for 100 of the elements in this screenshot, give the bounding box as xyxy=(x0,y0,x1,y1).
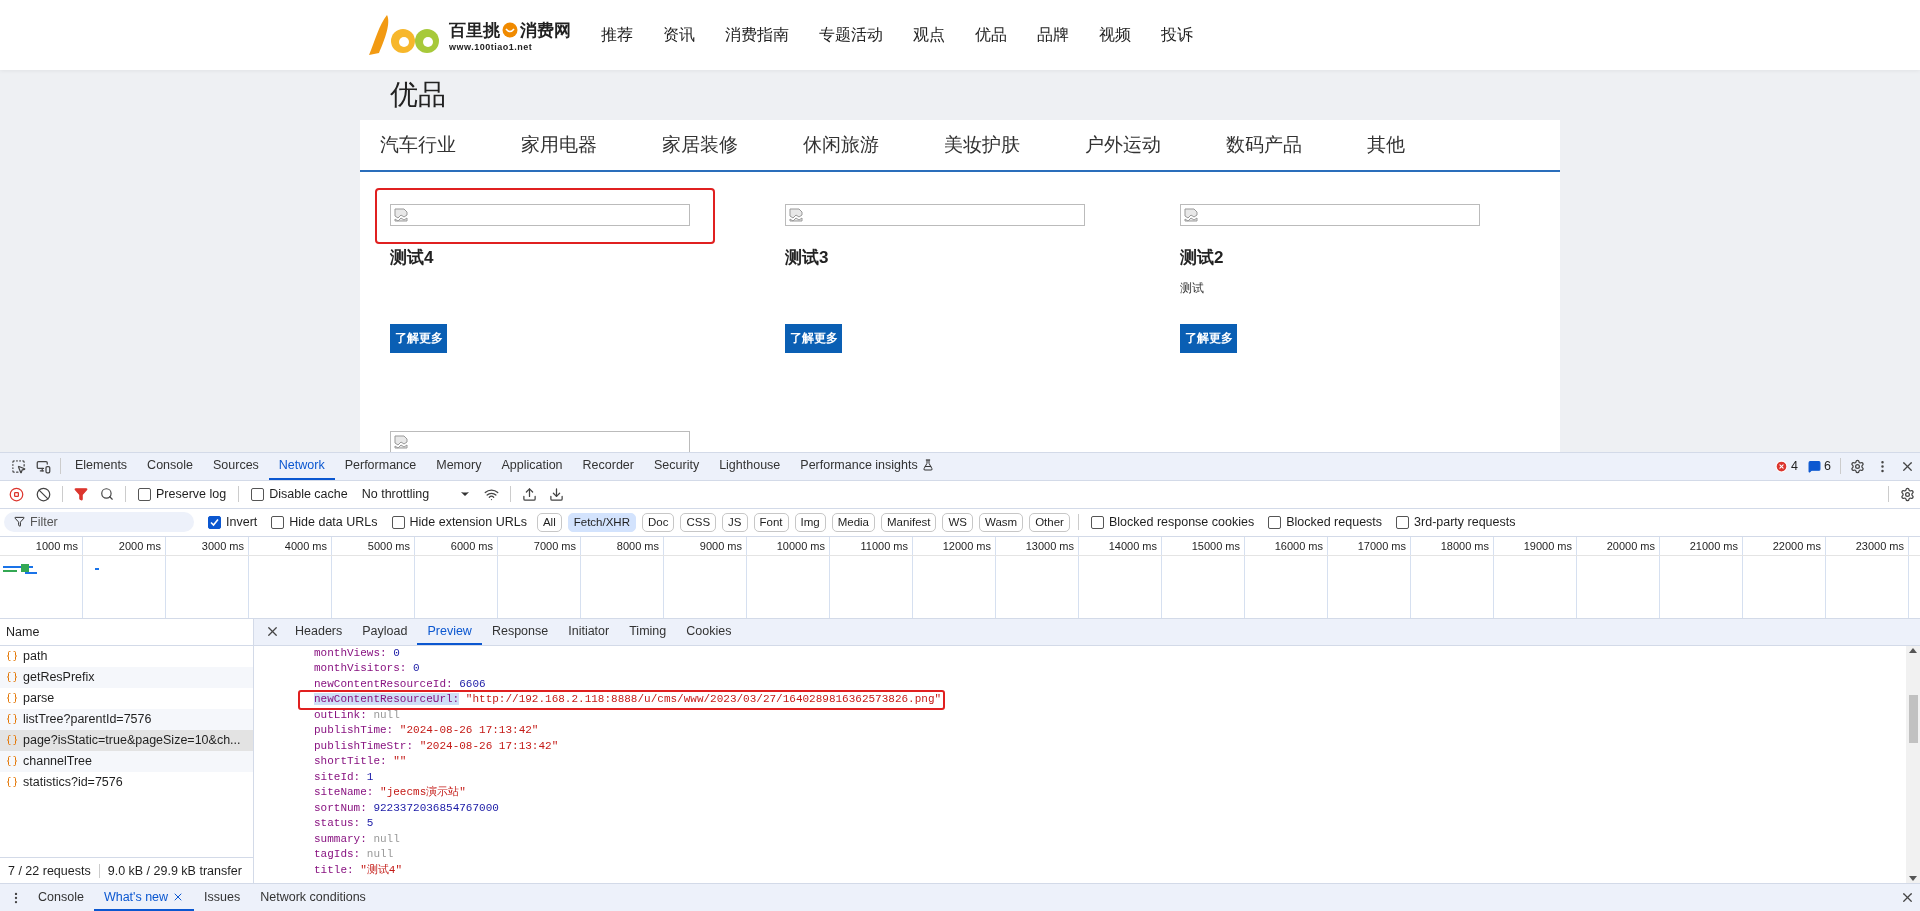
checkmark-icon xyxy=(210,517,219,527)
drawer-tab[interactable]: Issues xyxy=(194,884,251,911)
message-count[interactable]: 6 xyxy=(1803,452,1836,480)
broken-image-icon xyxy=(788,207,804,223)
devtools-tab[interactable]: Elements xyxy=(65,452,138,480)
time-tick: 5000 ms xyxy=(332,536,415,555)
error-count[interactable]: 4 xyxy=(1770,452,1804,480)
smile-icon xyxy=(502,22,518,38)
nav-link[interactable]: 品牌 xyxy=(1037,24,1069,46)
category-tab[interactable]: 家居装修 xyxy=(662,132,803,158)
logo-url: www.100tiao1.net xyxy=(449,41,534,52)
devtools-tab[interactable]: Recorder xyxy=(572,452,644,480)
type-filter-chip[interactable]: Img xyxy=(794,512,826,532)
filter-checkbox[interactable]: Hide data URLs xyxy=(265,515,384,529)
type-filter-chip[interactable]: JS xyxy=(722,512,748,532)
filter-checkbox[interactable]: Blocked requests xyxy=(1262,515,1389,529)
product-title: 测试4 xyxy=(390,247,435,266)
devtools-tab[interactable]: Security xyxy=(644,452,710,480)
request-row[interactable]: channelTree xyxy=(0,750,253,772)
category-tab[interactable]: 家用电器 xyxy=(521,132,662,158)
devtools-tab[interactable]: Console xyxy=(137,452,203,480)
type-filter-chip[interactable]: Fetch/XHR xyxy=(567,512,636,532)
learn-more-button[interactable]: 了解更多 xyxy=(785,324,842,353)
type-filter-chip[interactable]: Other xyxy=(1029,512,1070,532)
devtools-tab[interactable]: Sources xyxy=(203,452,269,480)
nav-link[interactable]: 优品 xyxy=(975,24,1007,46)
detail-tab[interactable]: Payload xyxy=(352,618,418,645)
json-property: monthViews: 0 xyxy=(314,645,401,661)
type-filter-chip[interactable]: WS xyxy=(942,512,973,532)
type-filter-chip[interactable]: Manifest xyxy=(881,512,937,532)
broken-image-icon xyxy=(1183,207,1199,223)
time-tick: 20000 ms xyxy=(1577,536,1660,555)
category-tab[interactable]: 数码产品 xyxy=(1226,132,1367,158)
drawer-tab[interactable]: Console xyxy=(28,884,94,911)
devtools-tab[interactable]: Performance xyxy=(334,452,427,480)
category-tab[interactable]: 美妆护肤 xyxy=(944,132,1085,158)
throttling-select[interactable]: No throttling xyxy=(355,487,478,501)
request-row[interactable]: page?isStatic=true&pageSize=10&ch... xyxy=(0,729,253,751)
time-tick: 2000 ms xyxy=(83,536,166,555)
json-property: siteId: 1 xyxy=(314,769,375,785)
type-filter-chip[interactable]: CSS xyxy=(680,512,717,532)
category-tab[interactable]: 休闲旅游 xyxy=(803,132,944,158)
time-tick: 17000 ms xyxy=(1328,536,1411,555)
type-filter-chip[interactable]: Wasm xyxy=(979,512,1024,532)
nav-link[interactable]: 观点 xyxy=(913,24,945,46)
detail-tab[interactable]: Preview xyxy=(417,618,482,645)
time-tick: 21000 ms xyxy=(1660,536,1743,555)
type-filter-chip[interactable]: Doc xyxy=(641,512,675,532)
drawer-tab[interactable]: Network conditions xyxy=(250,884,376,911)
filter-checkbox[interactable]: Invert xyxy=(202,515,264,529)
json-property: tagIds: null xyxy=(314,847,395,862)
category-tab[interactable]: 其他 xyxy=(1367,132,1508,158)
nav-link[interactable]: 专题活动 xyxy=(819,24,883,46)
scrollbar-thumb[interactable] xyxy=(1908,695,1918,744)
product-summary: 测试 xyxy=(1180,280,1205,296)
learn-more-button[interactable]: 了解更多 xyxy=(390,324,447,353)
time-tick: 11000 ms xyxy=(830,536,913,555)
detail-tab[interactable]: Timing xyxy=(619,618,677,645)
detail-tab[interactable]: Headers xyxy=(285,618,353,645)
transfer-size: 9.0 kB / 29.9 kB transfer xyxy=(106,863,243,878)
braces-icon xyxy=(6,734,18,746)
filter-checkbox[interactable]: 3rd-party requests xyxy=(1390,515,1522,529)
scroll-down-icon[interactable] xyxy=(1909,876,1917,881)
detail-tab[interactable]: Response xyxy=(481,618,559,645)
devtools-tab[interactable]: Network xyxy=(268,452,335,480)
product-title: 测试2 xyxy=(1180,247,1225,266)
category-tab[interactable]: 户外运动 xyxy=(1085,132,1226,158)
type-filter-chip[interactable]: All xyxy=(536,512,562,532)
category-tab[interactable]: 汽车行业 xyxy=(380,132,521,158)
learn-more-button[interactable]: 了解更多 xyxy=(1180,324,1237,353)
devtools-tab[interactable]: Application xyxy=(491,452,573,480)
braces-icon xyxy=(6,713,18,725)
detail-tab[interactable]: Initiator xyxy=(558,618,620,645)
type-filter-chip[interactable]: Font xyxy=(753,512,789,532)
product-title: 测试3 xyxy=(785,247,830,266)
nav-link[interactable]: 推荐 xyxy=(601,24,633,46)
filter-checkbox[interactable]: Disable cache xyxy=(245,487,354,501)
filter-checkbox[interactable]: Preserve log xyxy=(132,487,233,501)
nav-link[interactable]: 资讯 xyxy=(663,24,695,46)
filter-field[interactable]: Filter xyxy=(4,512,194,532)
nav-link[interactable]: 视频 xyxy=(1099,24,1131,46)
filter-checkbox[interactable]: Blocked response cookies xyxy=(1084,515,1261,529)
time-tick: 4000 ms xyxy=(249,536,332,555)
request-row[interactable]: listTree?parentId=7576 xyxy=(0,708,253,730)
devtools-tab[interactable]: Performance insights xyxy=(790,452,944,480)
detail-tab[interactable]: Cookies xyxy=(676,618,742,645)
request-row[interactable]: getResPrefix xyxy=(0,666,253,688)
devtools-tab[interactable]: Lighthouse xyxy=(709,452,791,480)
json-property: summary: null xyxy=(314,831,401,847)
devtools-tab[interactable]: Memory xyxy=(426,452,492,480)
filter-checkbox[interactable]: Hide extension URLs xyxy=(385,515,533,529)
drawer-tab[interactable]: What's new xyxy=(93,884,195,911)
nav-link[interactable]: 消费指南 xyxy=(725,24,789,46)
logo-text: 消费网 xyxy=(520,19,571,42)
json-property: siteName: "jeecms演示站" xyxy=(314,785,467,800)
time-tick: 23000 ms xyxy=(1826,536,1909,555)
nav-link[interactable]: 投诉 xyxy=(1161,24,1193,46)
type-filter-chip[interactable]: Media xyxy=(831,512,875,532)
json-property: publishTime: "2024-08-26 17:13:42" xyxy=(314,723,540,738)
time-tick: 18000 ms xyxy=(1411,536,1494,555)
